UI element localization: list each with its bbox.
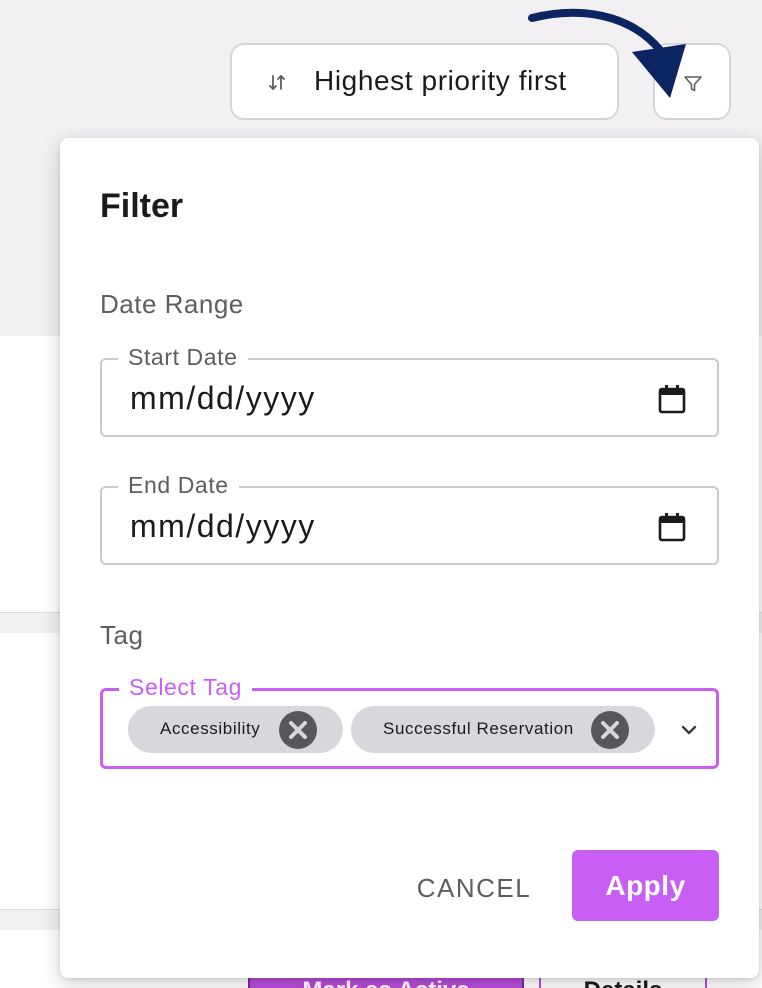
filter-title: Filter [100, 187, 184, 225]
tag-chip[interactable]: Successful Reservation [351, 706, 655, 753]
tag-select[interactable]: Select Tag Accessibility Successful Rese… [100, 674, 719, 769]
page: Mark as Active Details Highest priority … [0, 0, 762, 988]
start-date-value: mm/dd/yyyy [130, 380, 316, 416]
apply-button[interactable]: Apply [572, 850, 719, 921]
filter-popover: Filter Date Range Start Date mm/dd/yyyy … [60, 138, 759, 978]
calendar-icon[interactable] [657, 384, 687, 414]
chevron-down-icon[interactable] [680, 721, 698, 739]
tag-section-label: Tag [100, 620, 144, 650]
tag-select-label: Select Tag [119, 674, 252, 701]
start-date-label: Start Date [118, 344, 248, 371]
end-date-value: mm/dd/yyyy [130, 508, 316, 544]
end-date-label: End Date [118, 472, 239, 499]
annotation-arrow-icon [528, 8, 686, 98]
date-range-label: Date Range [100, 289, 244, 319]
cancel-button[interactable]: CANCEL [406, 866, 542, 910]
tag-chip[interactable]: Accessibility [128, 706, 343, 753]
calendar-icon[interactable] [657, 512, 687, 542]
sort-arrows-icon [269, 75, 285, 90]
close-circle-icon[interactable] [591, 711, 629, 749]
end-date-field[interactable]: End Date mm/dd/yyyy [100, 472, 719, 565]
start-date-field[interactable]: Start Date mm/dd/yyyy [100, 344, 719, 437]
tag-chip-label: Successful Reservation [383, 719, 574, 738]
tag-chip-label: Accessibility [160, 719, 261, 738]
close-circle-icon[interactable] [279, 711, 317, 749]
